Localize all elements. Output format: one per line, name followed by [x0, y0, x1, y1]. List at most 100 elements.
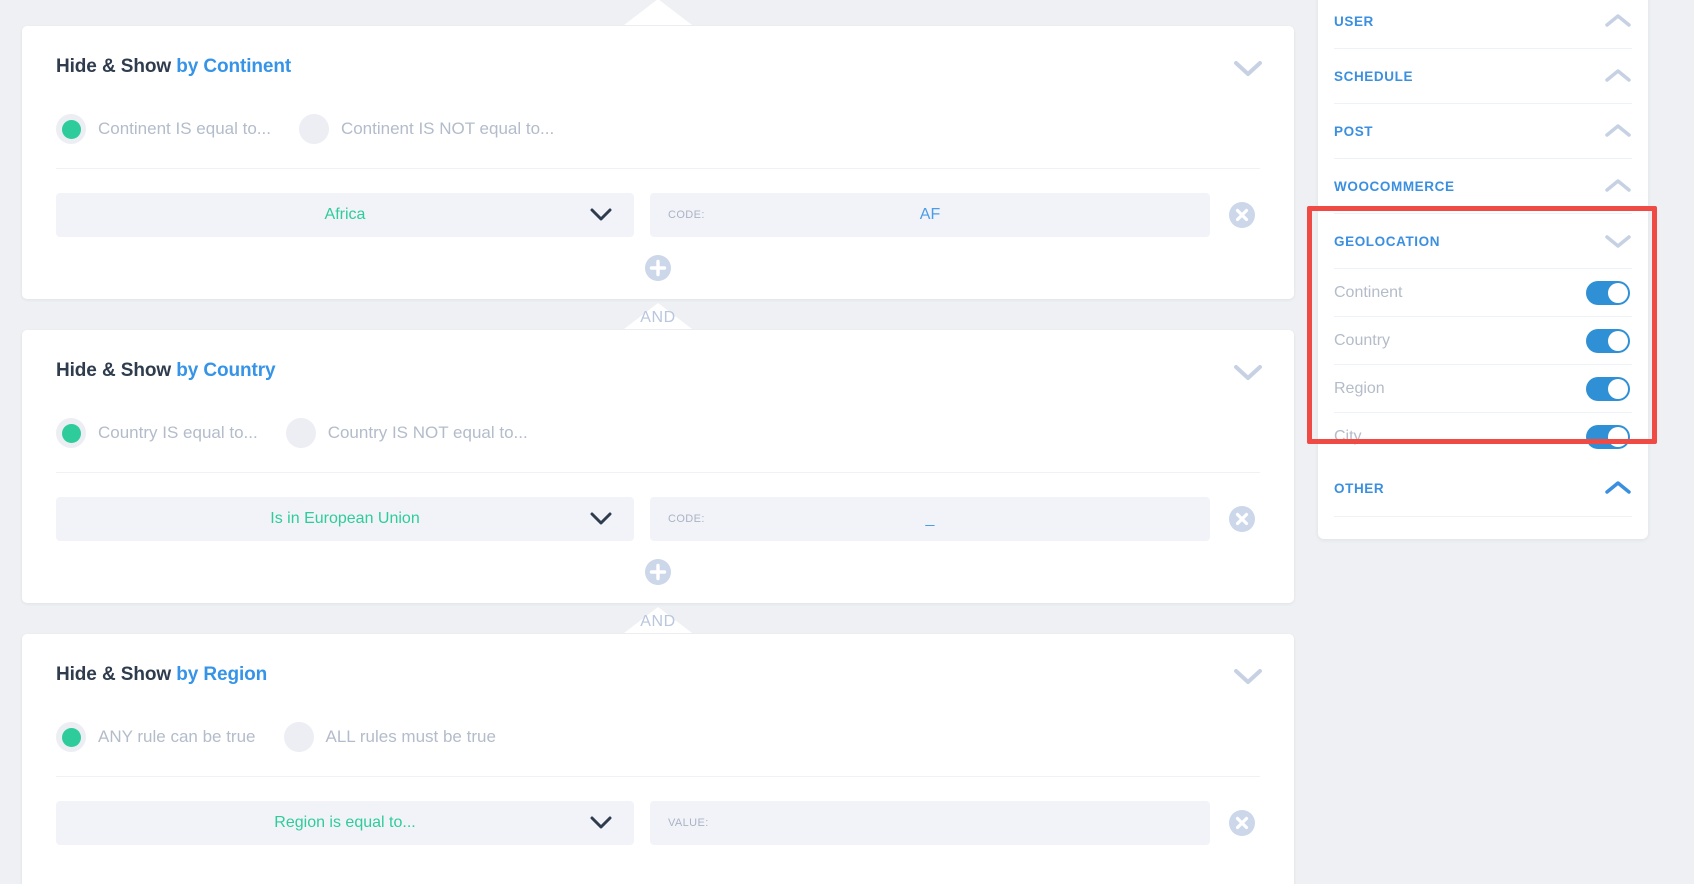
rule-card-region: Hide & Show by Region ANY rule can be tr…	[22, 607, 1294, 884]
sidebar-group-schedule[interactable]: SCHEDULE	[1318, 49, 1648, 103]
rule-value-text: _	[925, 510, 935, 527]
sidebar-group-woocommerce[interactable]: WOOCOMMERCE	[1318, 159, 1648, 213]
card-header: Hide & Show by Continent	[22, 26, 1294, 92]
sidebar-item-city[interactable]: City	[1318, 413, 1648, 460]
connector-and: AND	[640, 613, 676, 630]
add-rule-row	[22, 845, 1294, 884]
rule-cards-column: Hide & Show by Continent Continent IS eq…	[22, 0, 1294, 884]
rule-value-field[interactable]: CODE: AF	[650, 193, 1210, 237]
radio-option-is-equal[interactable]: Country IS equal to...	[56, 418, 258, 448]
radio-option-is-not-equal[interactable]: Continent IS NOT equal to...	[298, 114, 555, 144]
rule-card-continent: Hide & Show by Continent Continent IS eq…	[22, 0, 1294, 326]
card-collapse-toggle[interactable]	[1228, 54, 1268, 84]
page-title: Hide & Show by Country	[56, 360, 1260, 382]
rule-select-value: Is in European Union	[270, 510, 420, 527]
close-circle-icon	[1228, 809, 1256, 837]
card-title-main: Hide & Show	[56, 664, 177, 685]
rule-row: Region is equal to... VALUE:	[22, 777, 1294, 845]
rule-row: Is in European Union CODE: _	[22, 473, 1294, 541]
chevron-down-icon	[1233, 668, 1263, 686]
radio-label: Country IS equal to...	[98, 423, 258, 442]
rule-select-continent[interactable]: Africa	[56, 193, 634, 237]
radio-icon-unselected	[285, 418, 316, 448]
sidebar-group-user[interactable]: USER	[1318, 0, 1648, 48]
toggle-region[interactable]	[1586, 376, 1630, 401]
rule-value-field[interactable]: VALUE:	[650, 801, 1210, 845]
connector-and: AND	[640, 309, 676, 326]
chevron-down-icon	[1233, 60, 1263, 78]
chevron-up-icon	[1604, 178, 1632, 194]
radio-option-any-rule[interactable]: ANY rule can be true	[56, 722, 256, 752]
chevron-down-icon	[1233, 364, 1263, 382]
sidebar-item-continent[interactable]: Continent	[1318, 269, 1648, 316]
toggle-country[interactable]	[1586, 328, 1630, 353]
sidebar-group-geolocation[interactable]: GEOLOCATION	[1318, 214, 1648, 268]
rule-value-field[interactable]: CODE: _	[650, 497, 1210, 541]
radio-label: Continent IS equal to...	[98, 119, 271, 138]
chevron-up-icon	[1604, 68, 1632, 84]
chevron-down-icon	[590, 816, 612, 830]
sidebar-group-label: SCHEDULE	[1334, 68, 1414, 84]
card-collapse-toggle[interactable]	[1228, 358, 1268, 388]
sidebar-group-label: OTHER	[1334, 480, 1385, 496]
add-rule-row	[22, 541, 1294, 603]
radio-icon-unselected	[298, 114, 329, 144]
sidebar-item-label: Region	[1334, 379, 1385, 397]
radio-label: ANY rule can be true	[98, 727, 256, 746]
add-rule-button[interactable]	[644, 254, 672, 282]
app-root: Hide & Show by Continent Continent IS eq…	[0, 0, 1694, 884]
close-circle-icon	[1228, 201, 1256, 229]
match-mode-radios: Continent IS equal to... Continent IS NO…	[22, 92, 1294, 154]
card-title-accent: by Continent	[176, 56, 292, 77]
remove-rule-button[interactable]	[1228, 505, 1256, 533]
chevron-down-icon	[590, 512, 612, 526]
toggle-city[interactable]	[1586, 424, 1630, 449]
sidebar-group-other[interactable]: OTHER	[1318, 460, 1648, 516]
sidebar-group-label: WOOCOMMERCE	[1334, 178, 1455, 194]
match-mode-radios: ANY rule can be true ALL rules must be t…	[22, 700, 1294, 762]
chevron-down-icon	[590, 208, 612, 222]
page-title: Hide & Show by Region	[56, 664, 1260, 686]
chevron-down-icon	[1604, 233, 1632, 249]
card-title-accent: by Region	[176, 664, 268, 685]
radio-label: Country IS NOT equal to...	[327, 423, 528, 442]
rule-value-label: CODE:	[668, 209, 705, 221]
card-title-main: Hide & Show	[56, 360, 177, 381]
match-mode-radios: Country IS equal to... Country IS NOT eq…	[22, 396, 1294, 458]
plus-circle-icon	[644, 558, 672, 586]
rule-value-text: AF	[919, 206, 941, 223]
rule-select-country[interactable]: Is in European Union	[56, 497, 634, 541]
add-rule-button[interactable]	[644, 558, 672, 586]
toggle-continent[interactable]	[1586, 280, 1630, 305]
rule-row: Africa CODE: AF	[22, 169, 1294, 237]
radio-icon-selected	[56, 418, 86, 448]
sidebar-item-region[interactable]: Region	[1318, 365, 1648, 412]
divider	[1334, 516, 1632, 517]
card-title-accent: by Country	[176, 360, 276, 381]
card-collapse-toggle[interactable]	[1228, 662, 1268, 692]
radio-label: Continent IS NOT equal to...	[340, 119, 555, 138]
card-notch-top	[624, 607, 692, 633]
radio-option-is-not-equal[interactable]: Country IS NOT equal to...	[285, 418, 528, 448]
radio-icon-selected	[56, 114, 86, 144]
chevron-up-icon	[1604, 13, 1632, 29]
sidebar-group-label: POST	[1334, 123, 1374, 139]
sidebar-group-label: GEOLOCATION	[1334, 233, 1441, 249]
radio-label: ALL rules must be true	[325, 727, 496, 746]
add-rule-row	[22, 237, 1294, 299]
settings-sidebar: USER SCHEDULE POST WOOCOMMERCE GEOLOCATI…	[1318, 0, 1648, 539]
page-title: Hide & Show by Continent	[56, 56, 1260, 78]
sidebar-item-country[interactable]: Country	[1318, 317, 1648, 364]
radio-icon-unselected	[283, 722, 314, 752]
radio-option-is-equal[interactable]: Continent IS equal to...	[56, 114, 271, 144]
chevron-up-icon	[1604, 123, 1632, 139]
remove-rule-button[interactable]	[1228, 809, 1256, 837]
sidebar-group-post[interactable]: POST	[1318, 104, 1648, 158]
rule-select-region[interactable]: Region is equal to...	[56, 801, 634, 845]
rule-card-country: Hide & Show by Country Country IS equal …	[22, 303, 1294, 630]
close-circle-icon	[1228, 505, 1256, 533]
sidebar-group-label: USER	[1334, 13, 1374, 29]
rule-select-value: Region is equal to...	[274, 814, 416, 831]
radio-option-all-rules[interactable]: ALL rules must be true	[283, 722, 496, 752]
remove-rule-button[interactable]	[1228, 201, 1256, 229]
